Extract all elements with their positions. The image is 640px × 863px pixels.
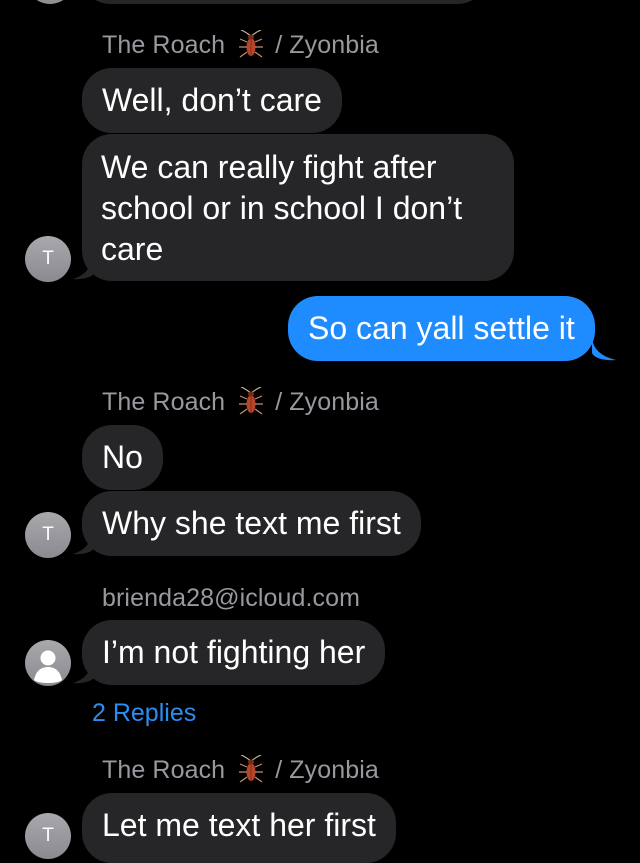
avatar[interactable] bbox=[26, 0, 74, 4]
avatar-initial: T bbox=[42, 524, 54, 545]
sender-name: The Roach bbox=[102, 756, 226, 784]
message-text: Let me text her first bbox=[102, 807, 376, 843]
avatar[interactable]: T bbox=[25, 512, 71, 558]
avatar[interactable]: T bbox=[25, 813, 71, 859]
avatar-initial: T bbox=[42, 248, 54, 269]
message-text: Why she text me first bbox=[102, 505, 401, 541]
message-bubble[interactable] bbox=[82, 0, 486, 4]
message-text: So can yall settle it bbox=[308, 310, 575, 346]
message-bubble[interactable]: We can really fight after school or in s… bbox=[82, 134, 514, 281]
sender-label: brienda28@icloud.com bbox=[102, 583, 360, 613]
sender-label: The Roach / Zyonbia bbox=[102, 387, 379, 417]
avatar[interactable]: T bbox=[25, 236, 71, 282]
bubble-tail bbox=[73, 662, 95, 684]
sender-name: The Roach bbox=[102, 388, 226, 416]
sender-group: / Zyonbia bbox=[275, 31, 379, 59]
thread-replies-link[interactable]: 2 Replies bbox=[92, 698, 196, 728]
replies-label: 2 Replies bbox=[92, 699, 197, 727]
bubble-tail bbox=[73, 258, 95, 280]
bubble-tail bbox=[73, 533, 95, 555]
person-silhouette-icon bbox=[34, 650, 62, 683]
message-bubble[interactable]: Why she text me first bbox=[82, 491, 421, 556]
cockroach-icon bbox=[239, 387, 264, 415]
message-text: We can really fight after school or in s… bbox=[101, 149, 463, 267]
outgoing-message-bubble[interactable]: So can yall settle it bbox=[288, 296, 595, 361]
sender-group: / Zyonbia bbox=[275, 756, 379, 784]
message-bubble[interactable]: Well, don’t care bbox=[82, 68, 342, 133]
message-text: Well, don’t care bbox=[102, 82, 322, 118]
message-bubble[interactable]: I’m not fighting her bbox=[82, 620, 386, 685]
message-bubble[interactable]: Let me text her first bbox=[82, 793, 396, 863]
message-text: No bbox=[102, 439, 143, 475]
avatar-initial: T bbox=[42, 825, 54, 846]
sender-label: The Roach / Zyonbia bbox=[102, 30, 379, 60]
sender-label: The Roach / Zyonbia bbox=[102, 755, 379, 785]
cockroach-icon bbox=[239, 755, 264, 783]
message-text: I’m not fighting her bbox=[102, 634, 366, 670]
sender-name: brienda28@icloud.com bbox=[102, 584, 361, 612]
bubble-tail bbox=[592, 339, 616, 361]
sender-name: The Roach bbox=[102, 31, 226, 59]
cockroach-icon bbox=[239, 30, 264, 58]
sender-group: / Zyonbia bbox=[275, 388, 379, 416]
avatar[interactable] bbox=[25, 640, 71, 686]
message-bubble[interactable]: No bbox=[82, 425, 163, 490]
